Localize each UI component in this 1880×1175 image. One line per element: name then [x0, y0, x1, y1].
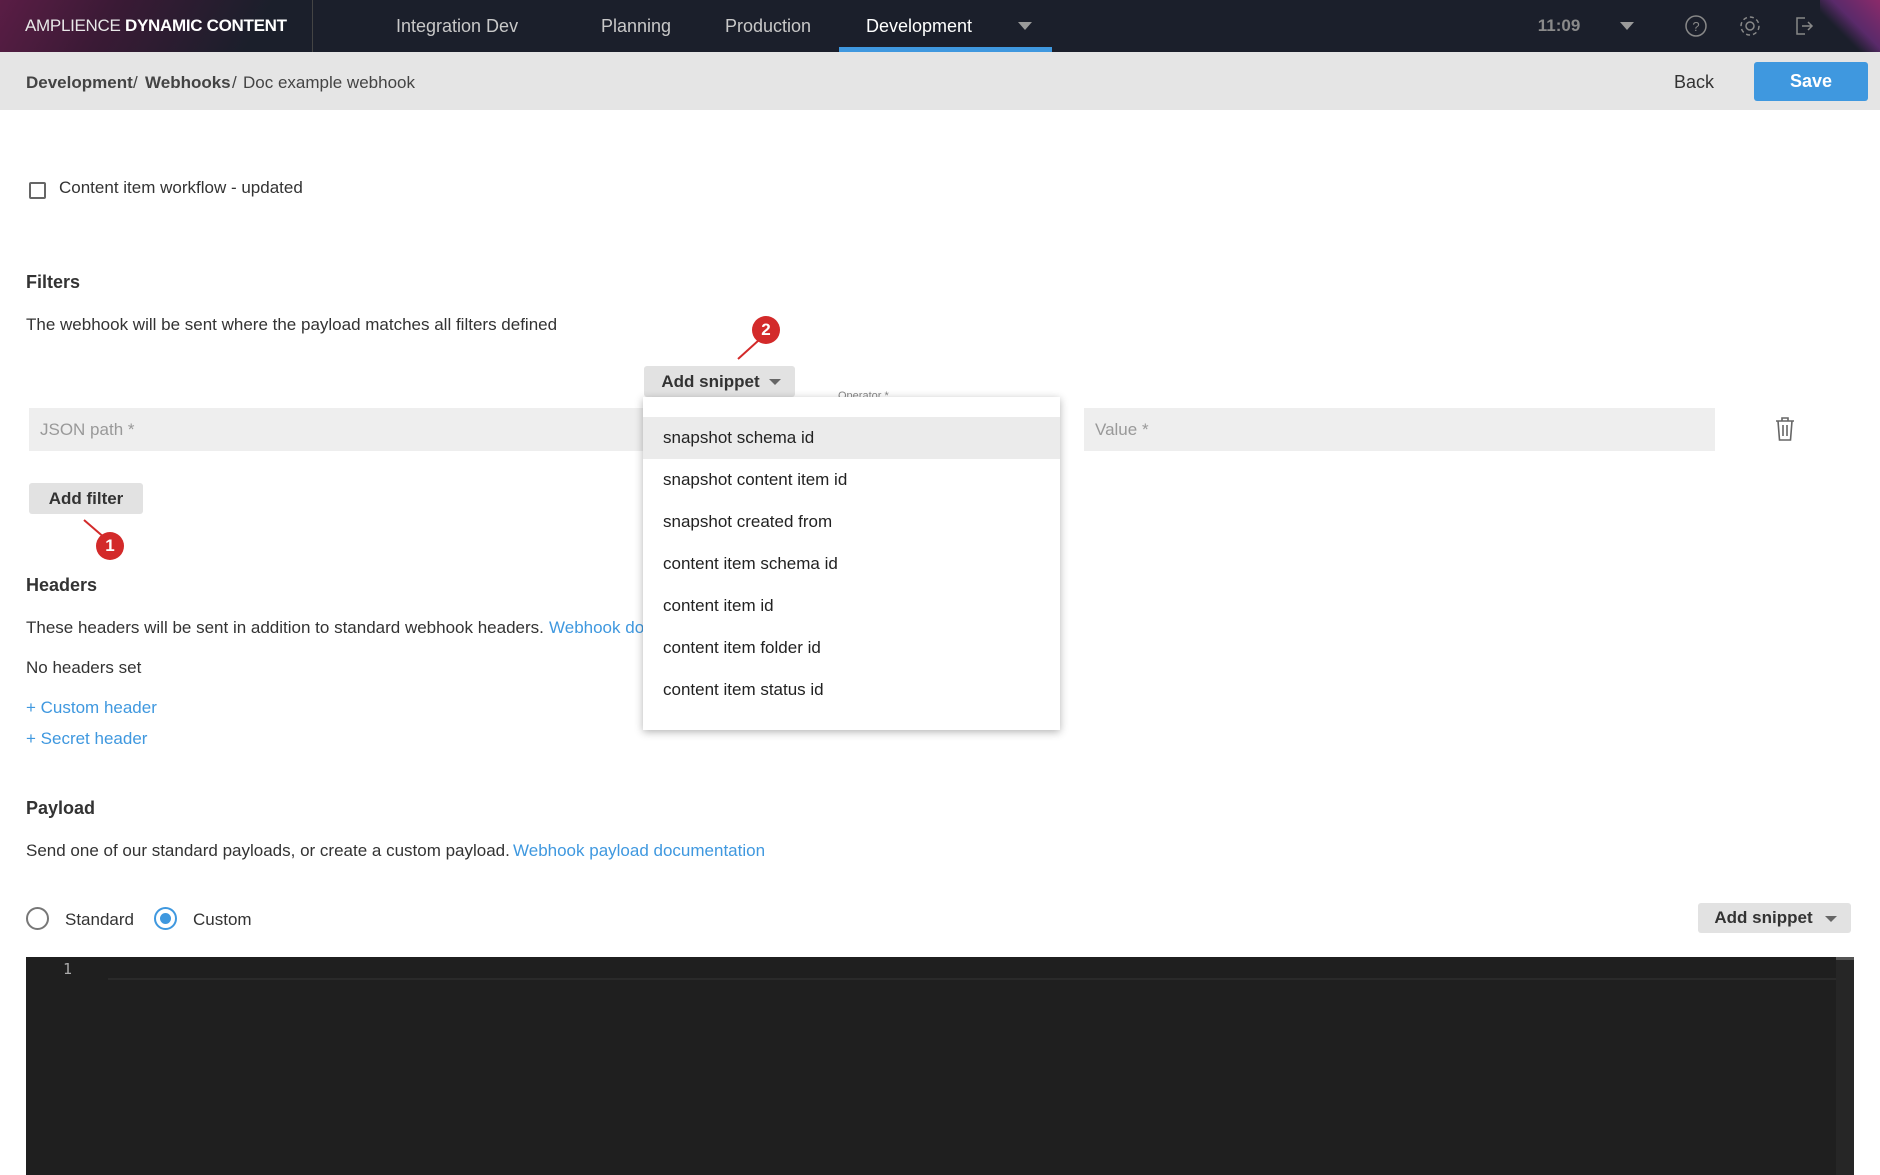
- standard-radio-label: Standard: [65, 910, 134, 929]
- payload-description: Send one of our standard payloads, or cr…: [26, 841, 510, 860]
- corner-decoration: [1820, 0, 1880, 60]
- snippet-dropdown-menu: snapshot schema id snapshot content item…: [643, 397, 1060, 730]
- add-snippet-label: Add snippet: [661, 372, 760, 391]
- tab-development[interactable]: Development: [866, 0, 972, 52]
- brand-bold: DYNAMIC CONTENT: [125, 16, 287, 35]
- brand-logo[interactable]: AMPLIENCE DYNAMIC CONTENT: [0, 0, 313, 52]
- clock: 11:09: [1537, 16, 1581, 35]
- snippet-option[interactable]: snapshot created from: [643, 501, 1060, 543]
- payload-doc-link[interactable]: Webhook payload documentation: [513, 841, 765, 861]
- account-chevron-icon[interactable]: [1620, 22, 1634, 30]
- line-number: 1: [63, 960, 73, 978]
- add-snippet-label: Add snippet: [1714, 908, 1813, 927]
- add-filter-button[interactable]: Add filter: [29, 483, 143, 514]
- chevron-down-icon: [1825, 916, 1837, 922]
- snippet-option[interactable]: snapshot schema id: [643, 417, 1060, 459]
- more-tabs-chevron-icon[interactable]: [1018, 22, 1032, 30]
- help-circle-icon[interactable]: ?: [1684, 14, 1708, 38]
- trash-icon[interactable]: [1774, 416, 1796, 442]
- filters-description: The webhook will be sent where the paylo…: [26, 315, 558, 334]
- value-input[interactable]: Value *: [1084, 408, 1715, 451]
- editor-scrollbar[interactable]: [1836, 957, 1854, 1175]
- standard-radio[interactable]: [26, 907, 49, 930]
- trigger-label: Content item workflow - updated: [59, 178, 303, 197]
- snippet-option[interactable]: content item status id: [643, 669, 1060, 711]
- json-path-input[interactable]: JSON path *: [29, 408, 649, 451]
- trigger-checkbox[interactable]: [29, 182, 46, 199]
- filter-add-snippet-button[interactable]: Add snippet: [644, 366, 795, 397]
- gear-icon[interactable]: [1738, 14, 1762, 38]
- annotation-badge-1: 1: [96, 532, 124, 560]
- webhook-doc-link[interactable]: Webhook do: [549, 618, 644, 638]
- custom-radio[interactable]: [154, 907, 177, 930]
- breadcrumb-development[interactable]: Development: [26, 73, 133, 93]
- breadcrumb-separator: /: [232, 73, 237, 92]
- custom-header-link[interactable]: + Custom header: [26, 698, 157, 718]
- breadcrumb-current: Doc example webhook: [243, 73, 415, 92]
- save-button[interactable]: Save: [1754, 62, 1868, 101]
- tab-production[interactable]: Production: [725, 0, 811, 52]
- snippet-option[interactable]: content item schema id: [643, 543, 1060, 585]
- payload-add-snippet-button[interactable]: Add snippet: [1698, 903, 1851, 933]
- back-button[interactable]: Back: [1674, 72, 1714, 93]
- hub-name[interactable]: Integration Dev: [396, 0, 518, 52]
- chevron-down-icon: [769, 379, 781, 385]
- annotation-pointer-2: [737, 339, 760, 360]
- headers-description: These headers will be sent in addition t…: [26, 618, 544, 637]
- brand-light: AMPLIENCE: [25, 16, 121, 35]
- breadcrumb-separator: /: [133, 73, 138, 92]
- snippet-option[interactable]: content item id: [643, 585, 1060, 627]
- secret-header-link[interactable]: + Secret header: [26, 729, 147, 749]
- breadcrumb-webhooks[interactable]: Webhooks: [145, 73, 231, 93]
- no-headers-text: No headers set: [26, 658, 142, 677]
- snippet-option[interactable]: content item folder id: [643, 627, 1060, 669]
- svg-text:?: ?: [1692, 19, 1699, 34]
- custom-radio-label: Custom: [193, 910, 252, 929]
- headers-heading: Headers: [26, 575, 98, 595]
- filters-heading: Filters: [26, 272, 81, 292]
- active-line: [108, 957, 1854, 980]
- snippet-option[interactable]: snapshot content item id: [643, 459, 1060, 501]
- payload-code-editor[interactable]: 1: [26, 957, 1854, 1175]
- tab-planning[interactable]: Planning: [601, 0, 671, 52]
- payload-heading: Payload: [26, 798, 96, 818]
- logout-icon[interactable]: [1792, 14, 1816, 38]
